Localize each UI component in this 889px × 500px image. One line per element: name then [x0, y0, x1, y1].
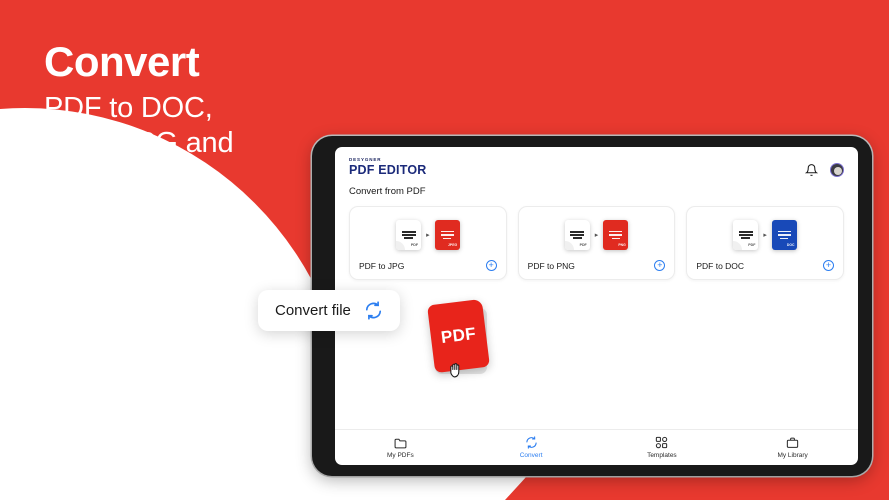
headline-block: Convert PDF to DOC, PNG, JPG and much mo… [44, 38, 344, 197]
target-jpeg-doc-icon: JPEG [434, 217, 463, 250]
source-format-tag: PDF [748, 243, 756, 247]
brand-main-label: PDF EDITOR [349, 163, 427, 177]
nav-label: My Library [777, 452, 808, 459]
avatar[interactable] [830, 163, 844, 177]
nav-item-convert[interactable]: Convert [466, 436, 597, 459]
refresh-icon [525, 436, 538, 449]
nav-item-my-pdfs[interactable]: My PDFs [335, 436, 466, 459]
dragged-pdf-file[interactable]: PDF [427, 298, 490, 378]
card-label: PDF to DOC [696, 260, 745, 271]
grabbing-hand-cursor [450, 363, 460, 378]
source-format-tag: PDF [579, 243, 587, 247]
convert-file-tooltip[interactable]: Convert file [258, 290, 400, 331]
target-format-tag: JPEG [448, 243, 458, 247]
section-title: Convert from PDF [349, 186, 426, 197]
source-pdf-doc-icon: PDF [733, 220, 759, 250]
convert-card-pdf-to-doc[interactable]: PDF ▸ DOC PDF to DOC + [686, 206, 845, 280]
card-label: PDF to PNG [527, 260, 575, 271]
source-format-tag: PDF [410, 243, 419, 247]
tablet-screen: DESYGNER PDF EDITOR Convert from PDF PDF… [335, 147, 858, 465]
header-icon-group [805, 158, 844, 177]
nav-label: My PDFs [387, 452, 414, 459]
card-footer: PDF to PNG + [519, 260, 675, 279]
nav-item-templates[interactable]: Templates [597, 436, 728, 459]
app-logo: DESYGNER PDF EDITOR [349, 157, 427, 177]
card-label: PDF to JPG [359, 260, 405, 271]
tooltip-label: Convert file [275, 302, 351, 319]
drop-canvas-area[interactable]: PDF [335, 280, 858, 429]
headline-title: Convert [44, 38, 200, 85]
nav-label: Templates [647, 452, 677, 459]
conversion-illustration: PDF ▸ JPEG [350, 207, 506, 260]
nav-item-my-library[interactable]: My Library [727, 436, 858, 459]
app-header: DESYGNER PDF EDITOR [335, 147, 858, 177]
conversion-illustration: PDF ▸ PNG [519, 207, 675, 260]
add-conversion-button[interactable]: + [823, 260, 835, 271]
convert-card-pdf-to-png[interactable]: PDF ▸ PNG PDF to PNG + [517, 206, 676, 280]
bottom-navigation-bar: My PDFs Convert Templates My Library [335, 429, 858, 465]
bell-icon[interactable] [805, 163, 818, 177]
source-pdf-doc-icon: PDF [564, 220, 590, 250]
conversion-illustration: PDF ▸ DOC [687, 207, 843, 260]
headline-subtitle: PDF to DOC, PNG, JPG and much more. [44, 92, 234, 195]
brand-small-label: DESYGNER [349, 157, 382, 162]
pdf-file-label: PDF [439, 323, 477, 348]
add-conversion-button[interactable]: + [654, 260, 666, 271]
nav-label: Convert [519, 452, 543, 459]
folder-icon [394, 436, 407, 449]
target-doc-doc-icon: DOC [771, 217, 800, 250]
target-format-tag: PNG [618, 243, 626, 247]
source-pdf-doc-icon: PDF [396, 220, 422, 250]
briefcase-icon [786, 436, 799, 449]
refresh-icon [365, 301, 381, 320]
arrow-right-icon: ▸ [763, 232, 767, 239]
card-footer: PDF to DOC + [687, 260, 843, 279]
convert-card-pdf-to-jpg[interactable]: PDF ▸ JPEG PDF to JPG + [349, 206, 507, 280]
add-conversion-button[interactable]: + [485, 260, 497, 271]
convert-cards-row: PDF ▸ JPEG PDF to JPG + PDF ▸ PNG PDF to… [335, 197, 858, 280]
arrow-right-icon: ▸ [594, 232, 599, 239]
grid-icon [655, 436, 668, 449]
arrow-right-icon: ▸ [426, 232, 430, 239]
target-png-doc-icon: PNG [603, 217, 632, 250]
target-format-tag: DOC [786, 243, 795, 247]
card-footer: PDF to JPG + [350, 260, 506, 279]
tablet-device-frame: DESYGNER PDF EDITOR Convert from PDF PDF… [258, 136, 872, 476]
